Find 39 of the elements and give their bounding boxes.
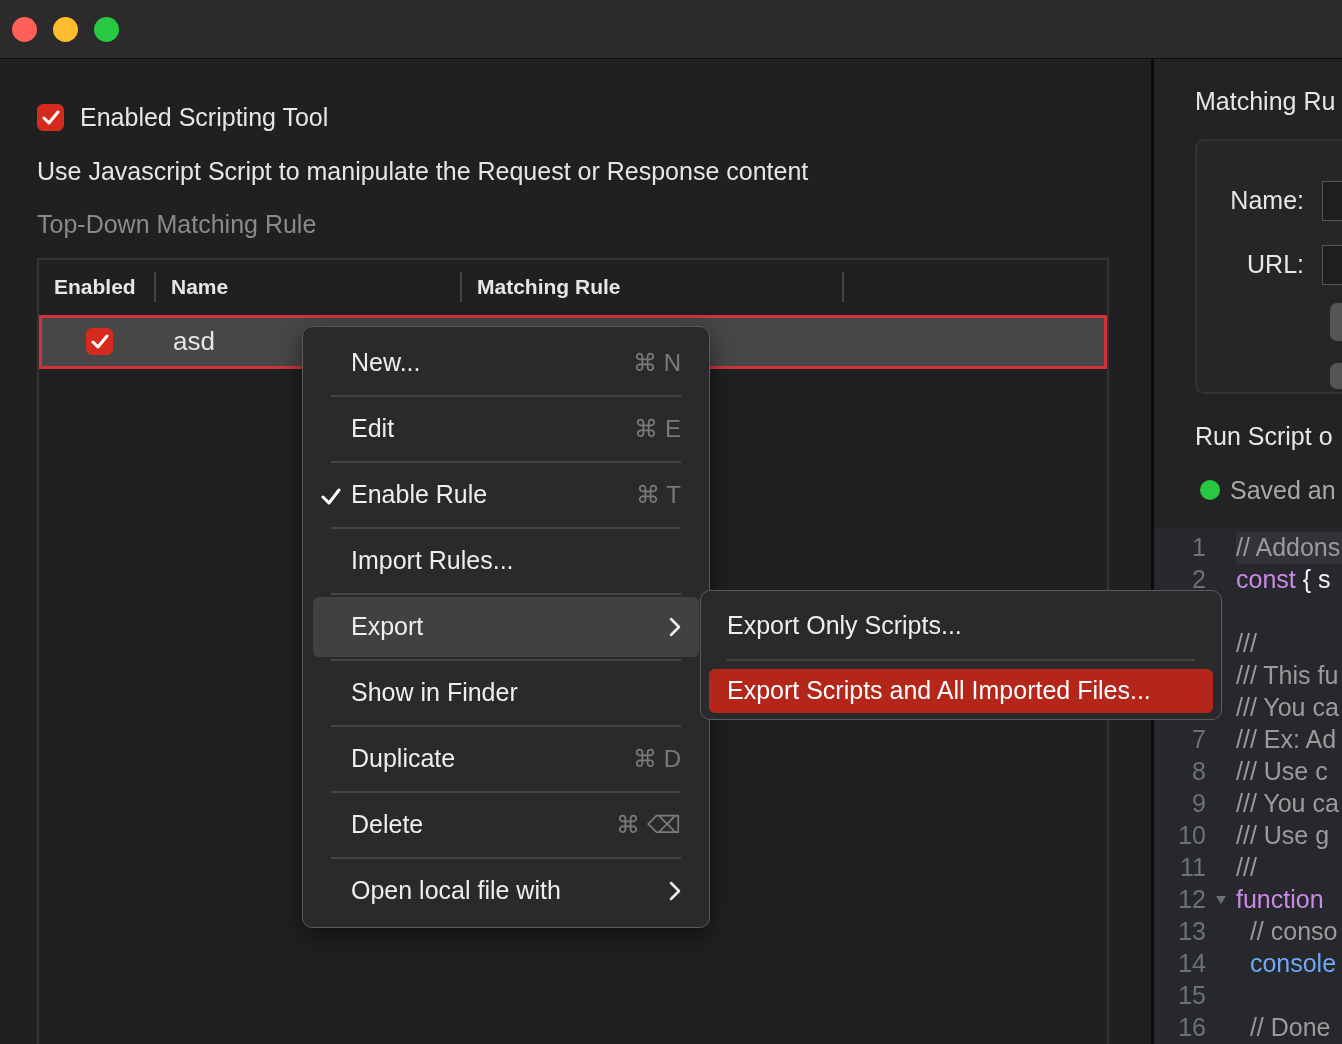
code-line: console: [1248, 948, 1338, 980]
code-line: ///: [1236, 852, 1258, 884]
line-number: 15: [1177, 980, 1206, 1012]
code-line: /// You ca: [1236, 692, 1340, 724]
code-line: /// Ex: Ad: [1236, 724, 1338, 756]
shortcut-text: ⌘ D: [633, 744, 681, 774]
line-number: 2: [1191, 564, 1206, 596]
shortcut-text: ⌘ N: [633, 348, 681, 378]
section-title: Top-Down Matching Rule: [37, 209, 318, 240]
code-line: const { s: [1236, 564, 1332, 596]
field-label: Name:: [1229, 184, 1304, 216]
panel-title: Matching Ru: [1195, 86, 1337, 117]
code-line: /// You ca: [1236, 788, 1340, 820]
code-line: // conso: [1248, 916, 1339, 948]
line-number: 1: [1191, 532, 1206, 564]
line-number: 10: [1177, 820, 1206, 852]
line-number: 14: [1177, 948, 1206, 980]
shortcut-text: ⌘ ⌫: [616, 810, 681, 840]
line-number: 16: [1177, 1012, 1206, 1044]
table-cell: asd: [173, 326, 215, 356]
code-line: // Done: [1248, 1012, 1332, 1044]
code-line: function: [1236, 884, 1325, 916]
line-number: 11: [1179, 852, 1206, 884]
line-number: 13: [1177, 916, 1206, 948]
section-title: Run Script o: [1195, 421, 1334, 452]
line-number: 9: [1191, 788, 1206, 820]
code-line: /// Use g: [1236, 820, 1331, 852]
line-number: 7: [1191, 724, 1206, 756]
shortcut-text: ⌘ E: [634, 414, 681, 444]
line-number: 8: [1191, 756, 1206, 788]
shortcut-text: ⌘ T: [636, 480, 681, 510]
checkbox-label: Enabled Scripting Tool: [80, 102, 329, 133]
line-number: 12: [1177, 884, 1206, 916]
code-line: /// Use c: [1236, 756, 1329, 788]
description-text: Use Javascript Script to manipulate the Request or Response content: [37, 155, 810, 187]
code-line: /// This fu: [1236, 660, 1340, 692]
code-line: ///: [1236, 628, 1258, 660]
field-label: URL:: [1246, 248, 1304, 280]
status-text: Saved an: [1230, 474, 1336, 506]
